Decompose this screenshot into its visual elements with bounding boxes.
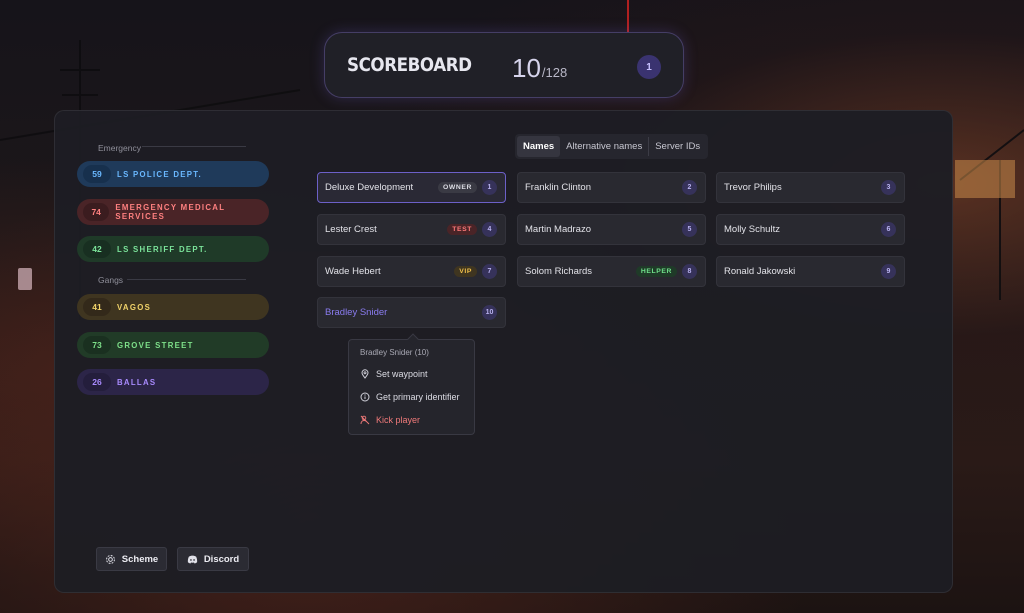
player-id-badge: 9 [881,264,896,279]
player-card[interactable]: Trevor Philips 3 [716,172,905,203]
job-ballas[interactable]: 26 BALLAS [77,369,269,395]
player-card[interactable]: Lester Crest TEST 4 [317,214,506,245]
menu-item-label: Kick player [376,415,421,425]
player-id-badge: 10 [482,305,497,320]
player-id-badge: 5 [682,222,697,237]
job-label: GROVE STREET [117,340,194,350]
player-count: 10 /128 [512,53,567,84]
info-icon [360,392,370,402]
get-primary-identifier-menu-item[interactable]: Get primary identifier [360,392,460,402]
player-count-current: 10 [512,53,541,83]
job-label: BALLAS [117,377,157,387]
set-waypoint-menu-item[interactable]: Set waypoint [360,369,428,379]
player-name: Deluxe Development [325,182,414,193]
name-mode-tabs: Names Alternative names Server IDs [515,134,709,159]
gear-icon [105,554,115,564]
player-role-badge: VIP [454,266,477,277]
player-name: Wade Hebert [325,266,381,277]
player-name: Trevor Philips [724,182,782,193]
player-card[interactable]: Ronald Jakowski 9 [716,256,905,287]
job-label: LS SHERIFF DEPT. [117,244,208,254]
job-count: 73 [83,336,111,354]
section-divider [142,146,246,147]
job-vagos[interactable]: 41 VAGOS [77,294,269,320]
player-id-badge: 6 [881,222,896,237]
job-ls-sheriff[interactable]: 42 LS SHERIFF DEPT. [77,236,269,262]
scheme-button-label: Scheme [121,553,159,565]
job-ls-police[interactable]: 59 LS POLICE DEPT. [77,161,269,187]
kick-player-menu-item[interactable]: Kick player [360,415,420,425]
player-id-badge: 3 [881,180,896,195]
scheme-button[interactable]: Scheme [96,547,167,571]
player-name: Lester Crest [325,224,377,235]
player-name: Solom Richards [525,266,593,277]
scoreboard-title: SCOREBOARD [347,54,472,76]
job-count: 26 [83,373,111,391]
section-label-gangs: Gangs [98,275,124,285]
job-label: LS POLICE DEPT. [117,169,202,179]
player-context-menu: Bradley Snider (10) Set waypoint Get pri… [348,333,475,435]
section-divider [127,279,246,280]
context-menu-title: Bradley Snider (10) [360,348,429,357]
job-count: 59 [83,165,111,183]
player-name: Molly Schultz [724,224,780,235]
player-card[interactable]: Bradley Snider 10 [317,297,506,328]
context-menu-arrow [407,333,419,345]
job-grove-street[interactable]: 73 GROVE STREET [77,332,269,358]
discord-button[interactable]: Discord [177,547,249,571]
menu-item-label: Get primary identifier [376,392,460,402]
scoreboard-panel: Emergency 59 LS POLICE DEPT. 74 EMERGENC… [54,110,953,593]
player-count-max: /128 [541,65,568,80]
player-id-badge: 8 [682,264,697,279]
job-label: EMERGENCY MEDICAL SERVICES [115,203,226,221]
user-x-icon [360,415,370,425]
discord-icon [187,555,197,563]
player-card[interactable]: Martin Madrazo 5 [517,214,706,245]
player-id-badge: 2 [682,180,697,195]
player-card[interactable]: Wade Hebert VIP 7 [317,256,506,287]
player-role-badge: TEST [447,224,477,235]
map-pin-icon [361,369,369,379]
tab-names[interactable]: Names [517,136,561,157]
player-card[interactable]: Deluxe Development OWNER 1 [317,172,506,203]
job-label: VAGOS [117,302,152,312]
player-id-badge: 1 [482,180,497,195]
player-id-badge: 7 [482,264,497,279]
player-role-badge: HELPER [635,266,677,277]
player-name: Ronald Jakowski [724,266,796,277]
header-badge: 1 [637,55,661,79]
section-label-emergency: Emergency [98,143,141,153]
menu-item-label: Set waypoint [376,369,428,379]
job-count: 41 [83,298,111,316]
tab-server-ids[interactable]: Server IDs [649,136,706,157]
player-id-badge: 4 [482,222,497,237]
tab-alternative-names[interactable]: Alternative names [560,136,648,157]
player-card[interactable]: Molly Schultz 6 [716,214,905,245]
player-card[interactable]: Franklin Clinton 2 [517,172,706,203]
discord-button-label: Discord [203,553,240,565]
job-count: 42 [83,240,111,258]
player-role-badge: OWNER [437,182,477,193]
job-ems[interactable]: 74 EMERGENCY MEDICAL SERVICES [77,199,269,225]
player-name: Bradley Snider [325,307,388,318]
player-name: Franklin Clinton [525,182,591,193]
player-card[interactable]: Solom Richards HELPER 8 [517,256,706,287]
player-name: Martin Madrazo [525,224,591,235]
scoreboard-header: SCOREBOARD 10 /128 1 [324,32,684,98]
job-count: 74 [83,203,110,221]
